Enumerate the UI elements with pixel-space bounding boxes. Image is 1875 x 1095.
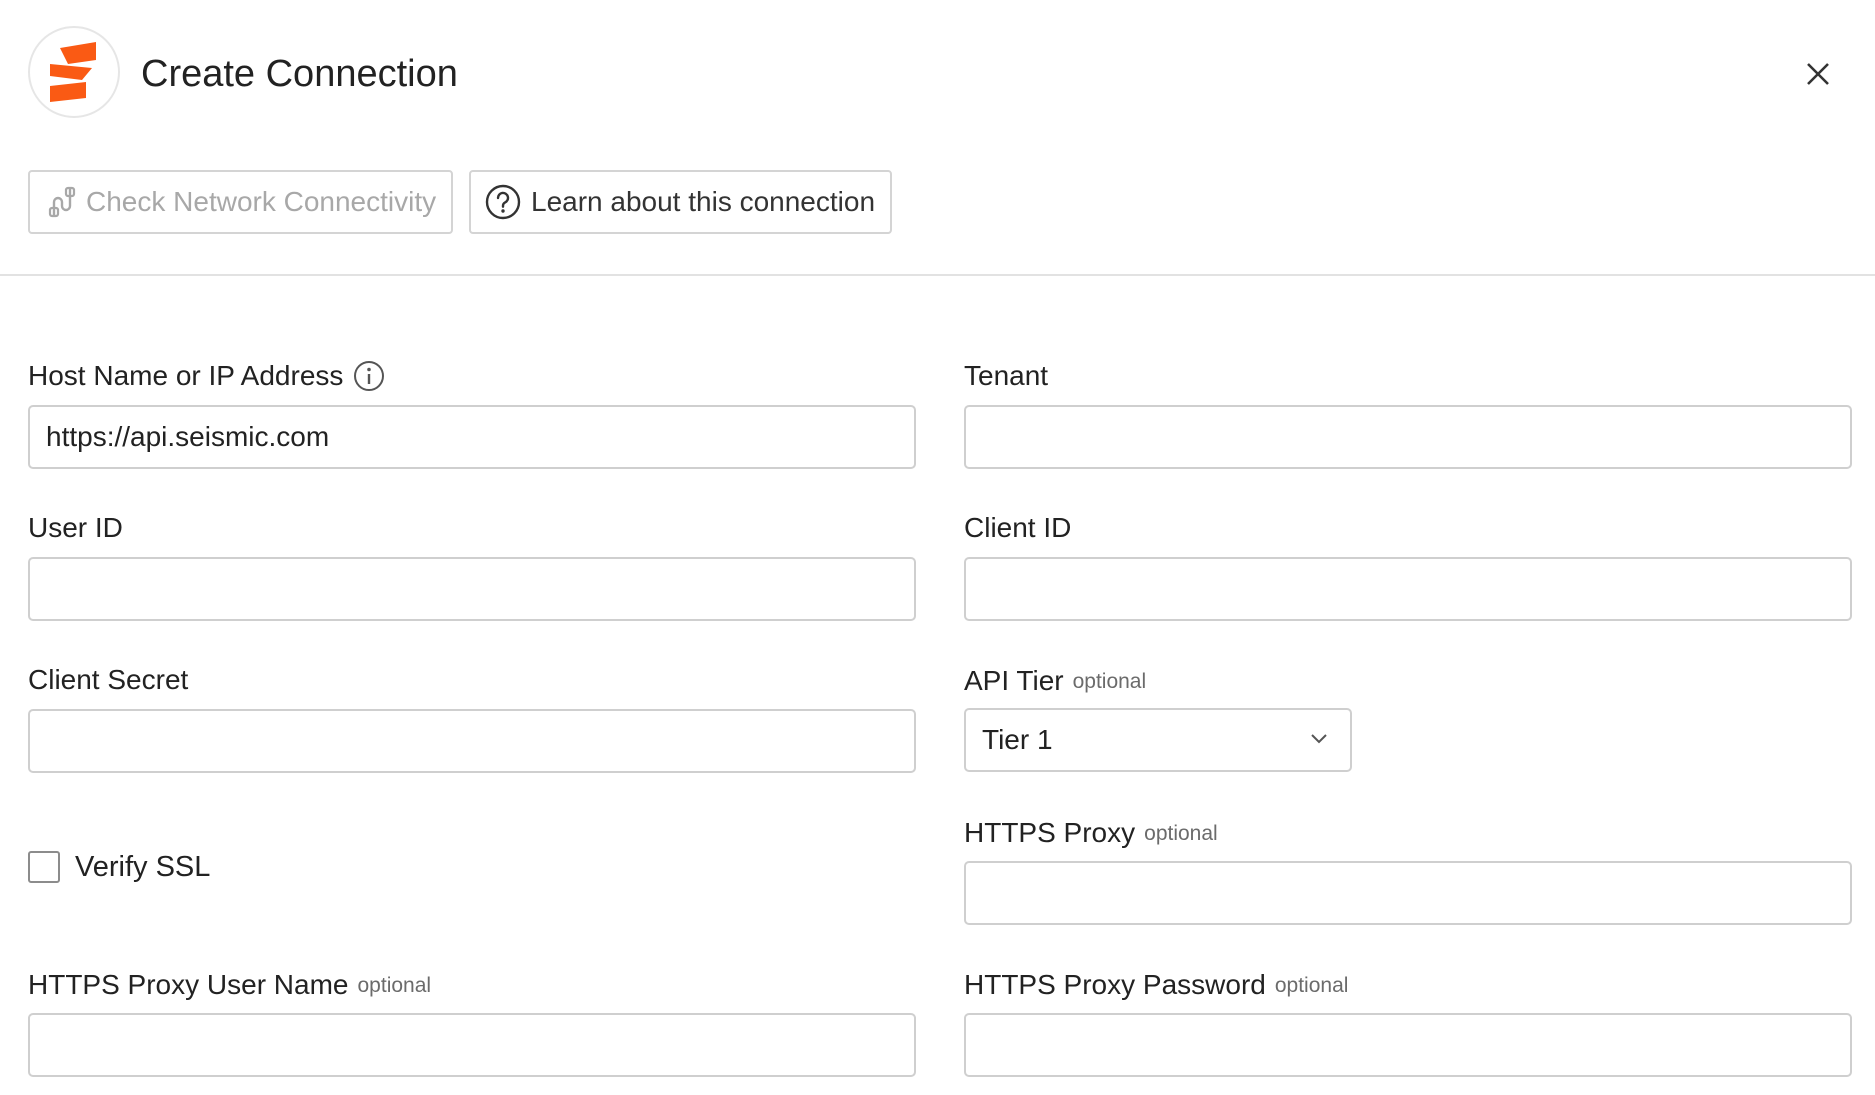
check-network-connectivity-label: Check Network Connectivity xyxy=(86,186,437,217)
network-connectivity-icon xyxy=(46,186,76,218)
question-circle-icon xyxy=(485,184,521,220)
api-tier-label: API Tier optional xyxy=(964,662,1146,700)
learn-about-connection-label: Learn about this connection xyxy=(531,186,876,217)
optional-tag: optional xyxy=(1274,974,1349,997)
dialog-title: Create Connection xyxy=(141,53,458,95)
verify-ssl-label[interactable]: Verify SSL xyxy=(75,849,210,885)
optional-tag: optional xyxy=(357,974,432,997)
https-proxy-label: HTTPS Proxy optional xyxy=(964,814,1218,852)
proxy-user-name-label: HTTPS Proxy User Name optional xyxy=(28,966,431,1004)
https-proxy-label-text: HTTPS Proxy xyxy=(964,817,1136,848)
optional-tag: optional xyxy=(1144,822,1218,845)
verify-ssl-checkbox[interactable] xyxy=(28,851,60,883)
client-id-label: Client ID xyxy=(964,512,1072,543)
seismic-logo-icon xyxy=(28,26,120,118)
user-id-label: User ID xyxy=(28,512,123,543)
close-icon xyxy=(1807,63,1829,85)
user-id-input[interactable] xyxy=(28,557,916,621)
host-label: Host Name or IP Address xyxy=(28,358,385,394)
tenant-input[interactable] xyxy=(964,405,1852,469)
client-secret-input[interactable] xyxy=(28,709,916,773)
client-secret-label: Client Secret xyxy=(28,664,189,695)
check-network-connectivity-button[interactable]: Check Network Connectivity xyxy=(28,170,453,234)
host-input[interactable] xyxy=(28,405,916,469)
api-tier-select[interactable]: Tier 1 xyxy=(964,708,1352,772)
proxy-user-name-input[interactable] xyxy=(28,1013,916,1077)
header-divider xyxy=(0,274,1875,276)
api-tier-selected-value: Tier 1 xyxy=(982,724,1053,755)
proxy-password-input[interactable] xyxy=(964,1013,1852,1077)
optional-tag: optional xyxy=(1072,670,1147,693)
api-tier-label-text: API Tier xyxy=(964,665,1064,696)
learn-about-connection-button[interactable]: Learn about this connection xyxy=(469,170,892,234)
dialog-header: Create Connection Check Network Connecti… xyxy=(0,0,1875,276)
proxy-password-label-text: HTTPS Proxy Password xyxy=(964,969,1266,1000)
host-label-text: Host Name or IP Address xyxy=(28,360,344,391)
proxy-user-name-label-text: HTTPS Proxy User Name xyxy=(28,969,349,1000)
info-icon[interactable] xyxy=(353,360,385,392)
tenant-label: Tenant xyxy=(964,360,1049,391)
proxy-password-label: HTTPS Proxy Password optional xyxy=(964,966,1348,1004)
client-id-input[interactable] xyxy=(964,557,1852,621)
https-proxy-input[interactable] xyxy=(964,861,1852,925)
close-button[interactable] xyxy=(1800,56,1836,92)
chevron-down-icon xyxy=(1310,732,1328,744)
